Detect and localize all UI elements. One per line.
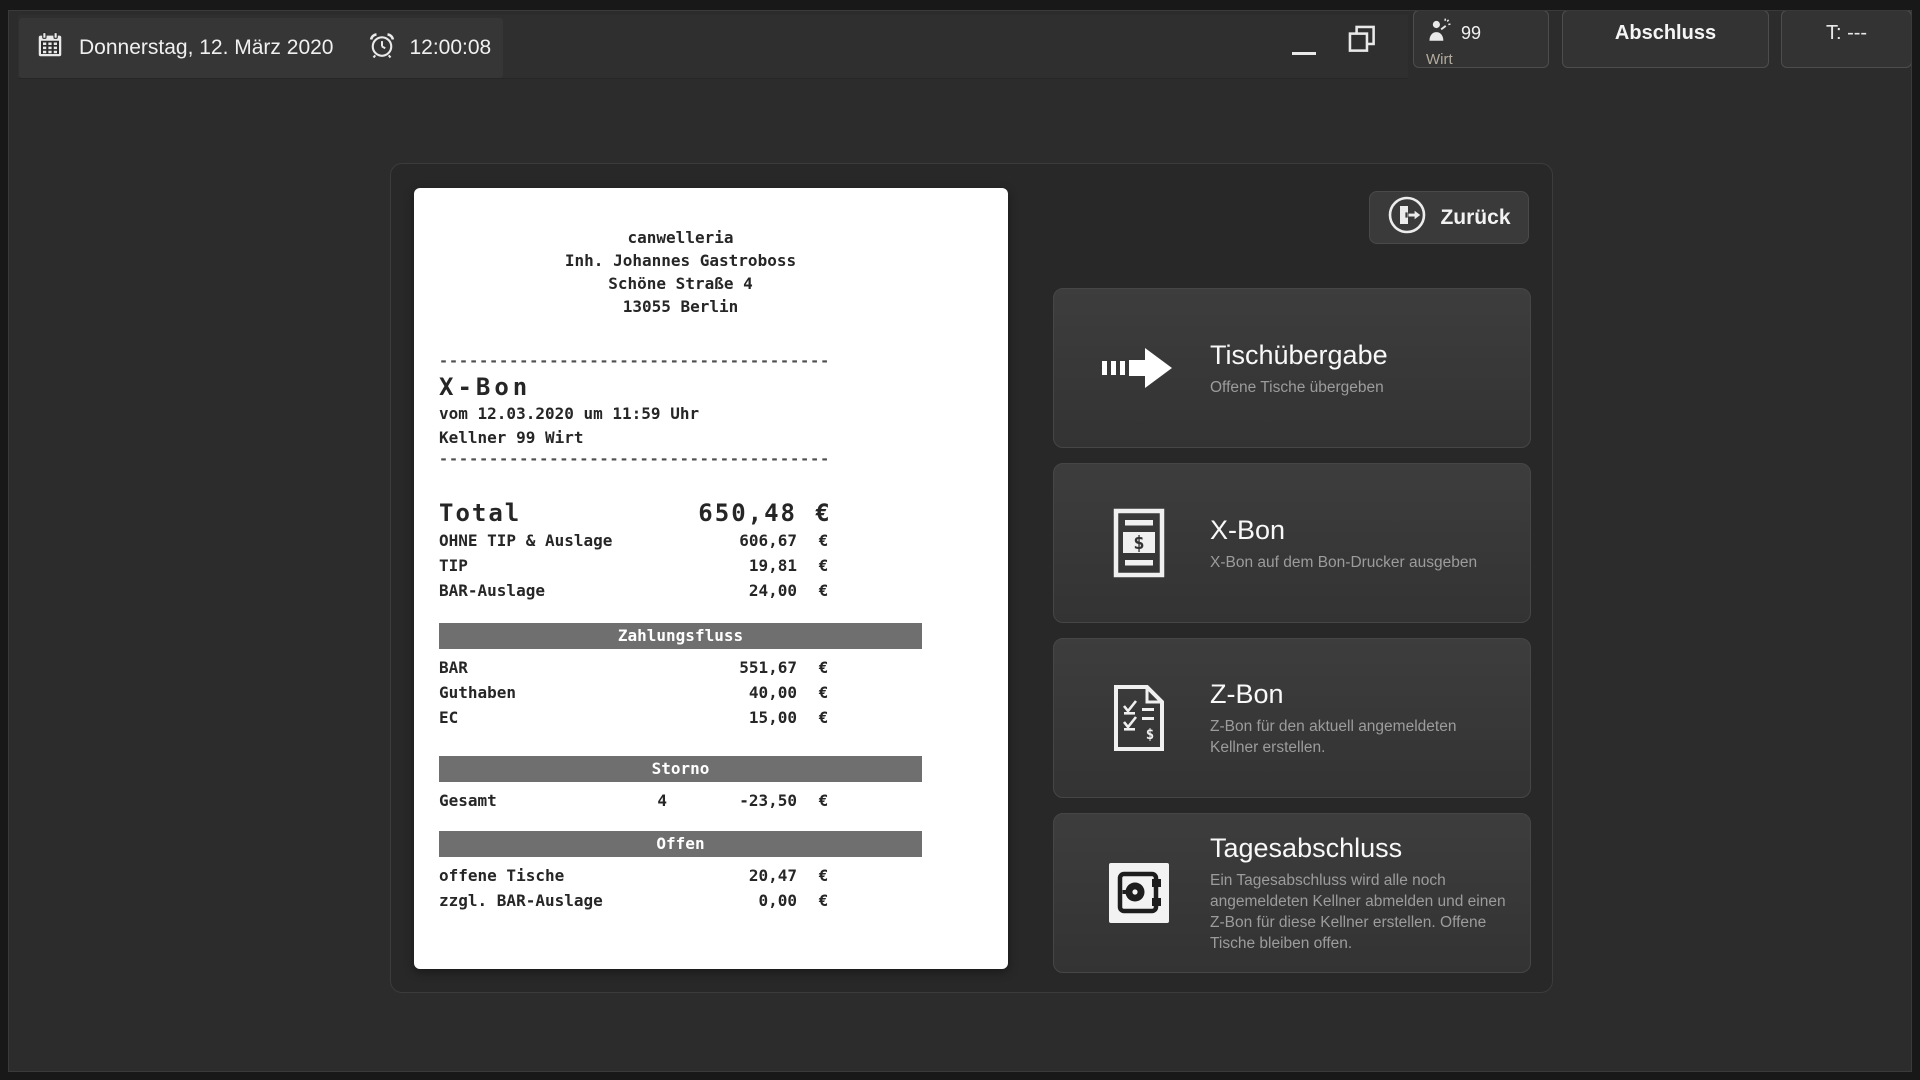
receipt-open-row: zzgl. BAR-Auslage 0,00 € bbox=[439, 891, 829, 910]
receipt-city: 13055 Berlin bbox=[622, 297, 739, 316]
zbon-button[interactable]: $ Z-Bon Z-Bon für den aktuell angemeldet… bbox=[1053, 638, 1531, 798]
receipt-payment-row: BAR 551,67 € bbox=[439, 658, 829, 677]
alarm-clock-icon bbox=[367, 30, 397, 66]
receipt-dollar-icon: $ bbox=[1096, 508, 1182, 578]
receipt-divider: --------------------------------------- bbox=[439, 450, 831, 468]
receipt-title: X-Bon bbox=[439, 373, 532, 401]
svg-text:$: $ bbox=[1146, 727, 1154, 743]
waiter-number: 99 bbox=[1461, 23, 1482, 43]
receipt-summary-row: BAR-Auslage 24,00 € bbox=[439, 581, 829, 600]
receipt-total-row: Total 650,48 € bbox=[439, 499, 832, 527]
abschluss-panel: canwelleria Inh. Johannes Gastroboss Sch… bbox=[390, 163, 1553, 993]
receipt-payment-row: Guthaben 40,00 € bbox=[439, 683, 829, 702]
action-title: X-Bon bbox=[1210, 514, 1286, 545]
waiter-role: Wirt bbox=[1426, 51, 1453, 68]
receipt-open-row: offene Tische 20,47 € bbox=[439, 866, 829, 885]
receipt-divider: --------------------------------------- bbox=[439, 352, 831, 370]
current-time: 12:00:08 bbox=[409, 36, 492, 59]
transfer-arrow-icon bbox=[1096, 344, 1182, 392]
current-date: Donnerstag, 12. März 2020 bbox=[79, 36, 334, 59]
receipt-date-line: vom 12.03.2020 um 11:59 Uhr bbox=[439, 404, 700, 423]
receipt-section-header: Offen bbox=[439, 831, 922, 857]
receipt-store-name: canwelleria bbox=[627, 228, 734, 247]
action-subtitle: Ein Tagesabschluss wird alle noch angeme… bbox=[1210, 872, 1506, 952]
action-title: Tischübergabe bbox=[1210, 339, 1388, 370]
back-button-label: Zurück bbox=[1440, 205, 1511, 229]
minimize-button[interactable] bbox=[1280, 20, 1328, 64]
tab-table[interactable]: T: --- bbox=[1781, 10, 1912, 68]
back-button[interactable]: Zurück bbox=[1369, 191, 1529, 244]
calendar-icon bbox=[35, 30, 65, 66]
receipt-storno-row: Gesamt 4 -23,50 € bbox=[439, 791, 829, 810]
restore-window-button[interactable] bbox=[1336, 18, 1388, 64]
receipt-waiter-line: Kellner 99 Wirt bbox=[439, 428, 584, 447]
action-title: Z-Bon bbox=[1210, 679, 1284, 709]
tab-table-label: T: --- bbox=[1825, 22, 1868, 44]
receipt-preview: canwelleria Inh. Johannes Gastroboss Sch… bbox=[414, 188, 1008, 969]
action-title: Tagesabschluss bbox=[1210, 833, 1403, 863]
receipt-section-header: Storno bbox=[439, 756, 922, 782]
tab-waiter[interactable]: 99 Wirt bbox=[1413, 10, 1549, 68]
receipt-payment-row: EC 15,00 € bbox=[439, 708, 829, 727]
safe-icon bbox=[1096, 862, 1182, 924]
tagesabschluss-button[interactable]: Tagesabschluss Ein Tagesabschluss wird a… bbox=[1053, 813, 1531, 973]
receipt-owner: Inh. Johannes Gastroboss bbox=[564, 251, 797, 270]
action-subtitle: Z-Bon für den aktuell angemeldeten Kelln… bbox=[1210, 718, 1457, 756]
xbon-button[interactable]: $ X-Bon X-Bon auf dem Bon-Drucker ausgeb… bbox=[1053, 463, 1531, 623]
receipt-street: Schöne Straße 4 bbox=[608, 274, 753, 293]
tischuebergabe-button[interactable]: Tischübergabe Offene Tische übergeben bbox=[1053, 288, 1531, 448]
receipt-summary-row: OHNE TIP & Auslage 606,67 € bbox=[439, 531, 829, 550]
waiter-icon bbox=[1426, 18, 1452, 49]
receipt-section-header: Zahlungsfluss bbox=[439, 623, 922, 649]
action-subtitle: X-Bon auf dem Bon-Drucker ausgeben bbox=[1210, 553, 1478, 571]
action-subtitle: Offene Tische übergeben bbox=[1210, 378, 1384, 396]
exit-door-icon bbox=[1387, 195, 1427, 241]
tab-abschluss-label: Abschluss bbox=[1614, 22, 1717, 44]
receipt-summary-row: TIP 19,81 € bbox=[439, 556, 829, 575]
restore-window-icon bbox=[1345, 22, 1379, 61]
tab-abschluss[interactable]: Abschluss bbox=[1562, 10, 1769, 68]
svg-text:$: $ bbox=[1133, 532, 1144, 554]
checklist-document-icon: $ bbox=[1096, 683, 1182, 753]
datetime-panel: Donnerstag, 12. März 2020 12:00:08 bbox=[19, 18, 503, 78]
minimize-icon bbox=[1292, 52, 1316, 55]
